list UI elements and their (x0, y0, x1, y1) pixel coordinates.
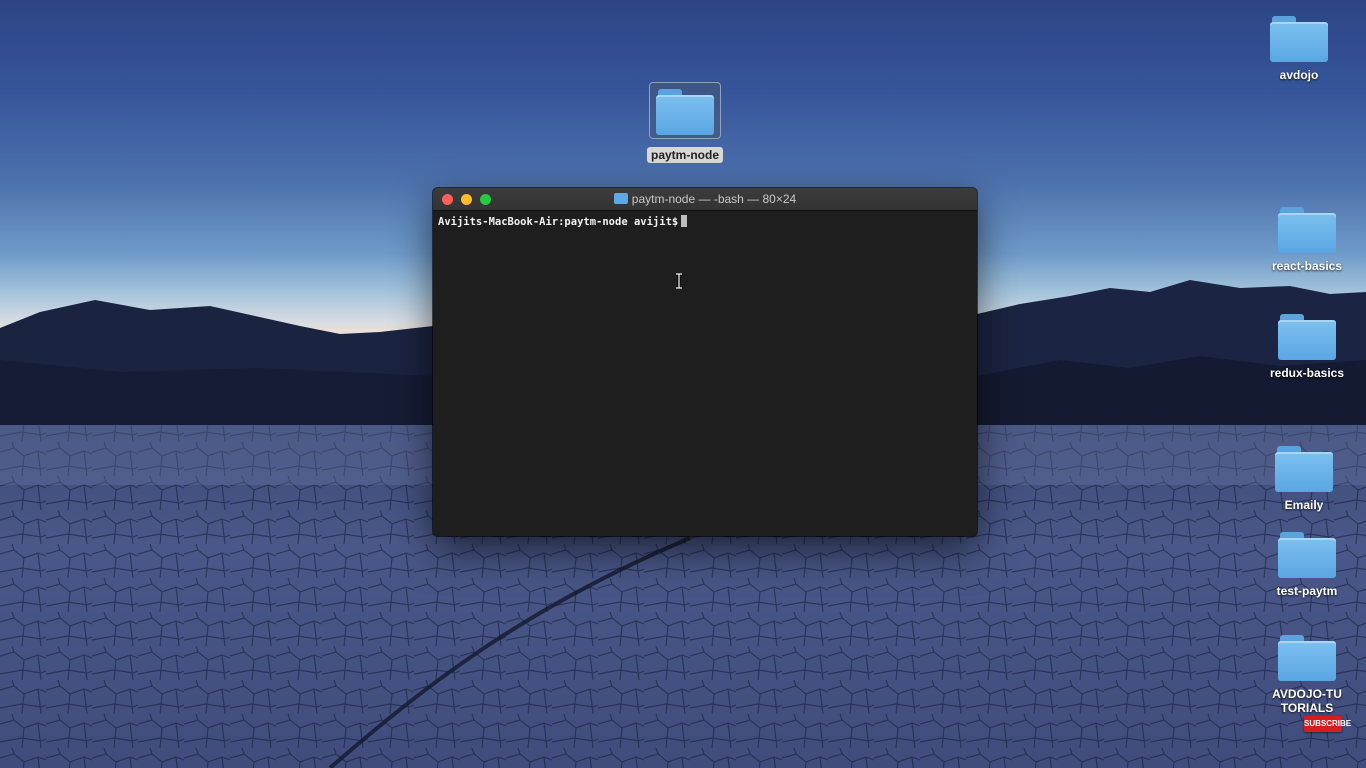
folder-label: paytm-node (646, 147, 723, 163)
folder-icon (1275, 446, 1333, 492)
terminal-content[interactable]: Avijits-MacBook-Air:paytm-node avijit$ (433, 211, 977, 233)
folder-label: test-paytm (1276, 584, 1338, 598)
folder-label: Emaily (1284, 498, 1324, 512)
desktop-folder-paytm-node[interactable]: paytm-node (640, 82, 730, 164)
desktop: paytm-node avdojo react-basics redux-bas… (0, 0, 1366, 768)
ibeam-cursor-icon (676, 273, 682, 289)
window-title-text: paytm-node — -bash — 80×24 (631, 192, 797, 206)
folder-icon (1278, 635, 1336, 681)
folder-label: react-basics (1271, 259, 1343, 273)
desktop-folder-test-paytm[interactable]: test-paytm (1262, 532, 1352, 600)
subscribe-button[interactable]: SUBSCRIBE (1304, 716, 1351, 732)
terminal-titlebar[interactable]: paytm-node — -bash — 80×24 (433, 188, 977, 211)
terminal-window[interactable]: paytm-node — -bash — 80×24 Avijits-MacBo… (433, 188, 977, 536)
folder-label: avdojo (1279, 68, 1319, 82)
desktop-folder-react-basics[interactable]: react-basics (1262, 207, 1352, 275)
desktop-folder-avdojo[interactable]: avdojo (1254, 16, 1344, 84)
folder-icon (1278, 532, 1336, 578)
folder-icon (656, 89, 714, 135)
window-title: paytm-node — -bash — 80×24 (433, 192, 977, 206)
folder-label: redux-basics (1269, 366, 1345, 380)
desktop-folder-emaily[interactable]: Emaily (1259, 446, 1349, 514)
folder-icon (1278, 314, 1336, 360)
text-cursor (681, 215, 688, 227)
desktop-folder-avdojo-tutorials[interactable]: AVDOJO-TUTORIALS (1262, 635, 1352, 717)
shell-prompt: Avijits-MacBook-Air:paytm-node avijit$ (438, 216, 679, 228)
folder-icon (1270, 16, 1328, 62)
folder-icon (1278, 207, 1336, 253)
folder-icon (613, 193, 628, 204)
folder-selection-highlight (649, 82, 721, 139)
folder-label: AVDOJO-TUTORIALS (1272, 687, 1342, 715)
desktop-folder-redux-basics[interactable]: redux-basics (1262, 314, 1352, 382)
